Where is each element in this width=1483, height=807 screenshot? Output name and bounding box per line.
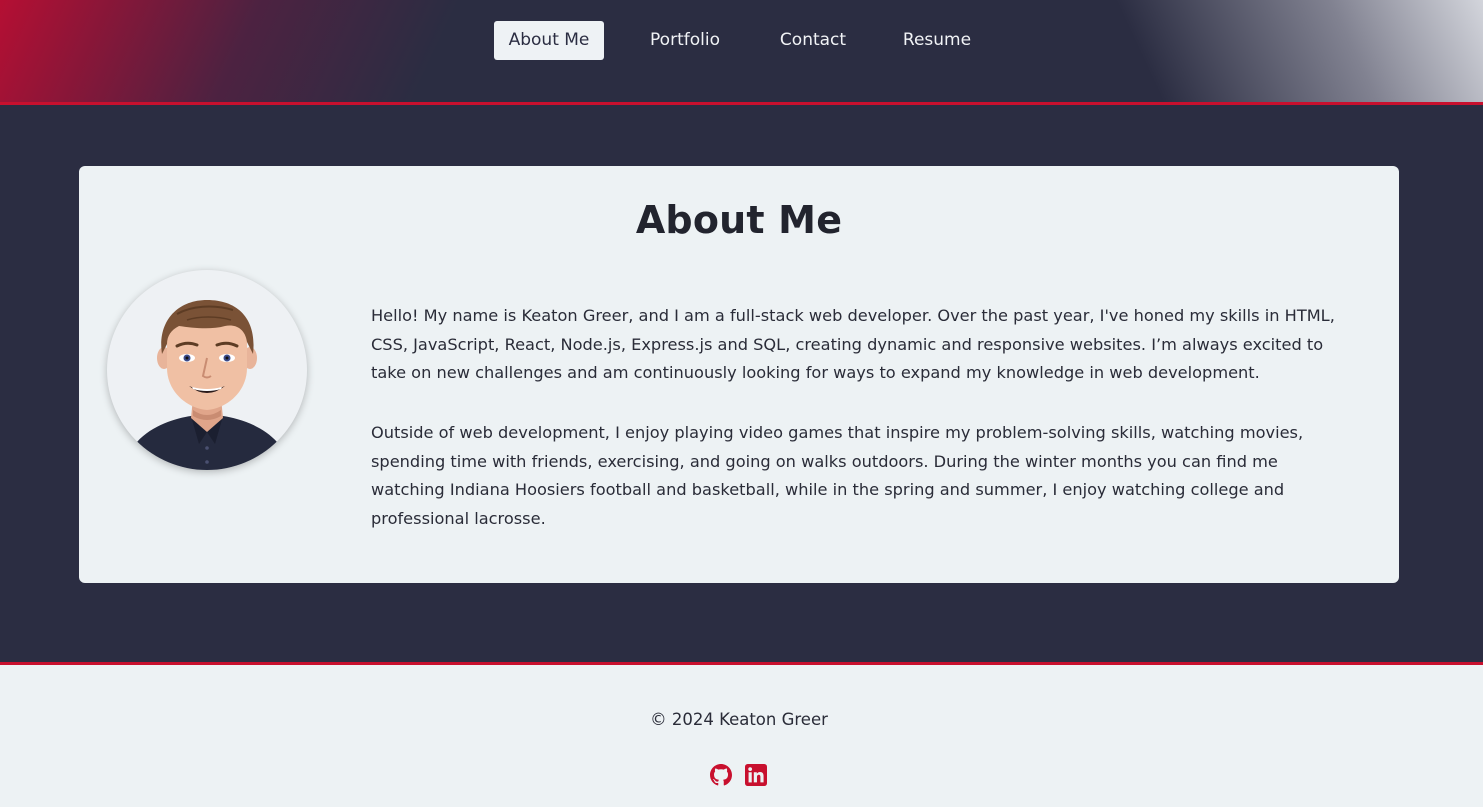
nav-contact[interactable]: Contact [768,21,858,60]
bio-paragraph-intro: Hello! My name is Keaton Greer, and I am… [371,306,1335,382]
main-nav: About Me Portfolio Contact Resume [0,21,1483,60]
nav-about-me[interactable]: About Me [494,21,604,60]
site-header: About Me Portfolio Contact Resume [0,0,1483,105]
site-footer: © 2024 Keaton Greer [0,662,1483,807]
nav-resume[interactable]: Resume [891,21,983,60]
nav-portfolio[interactable]: Portfolio [636,21,734,60]
avatar [107,270,307,470]
page-title: About Me [635,198,843,242]
avatar-illustration [135,300,279,470]
github-icon[interactable] [710,764,732,786]
bio-paragraph-hobbies: Outside of web development, I enjoy play… [371,423,1304,528]
linkedin-icon[interactable] [745,764,767,786]
copyright-text: © 2024 Keaton Greer [650,710,828,729]
